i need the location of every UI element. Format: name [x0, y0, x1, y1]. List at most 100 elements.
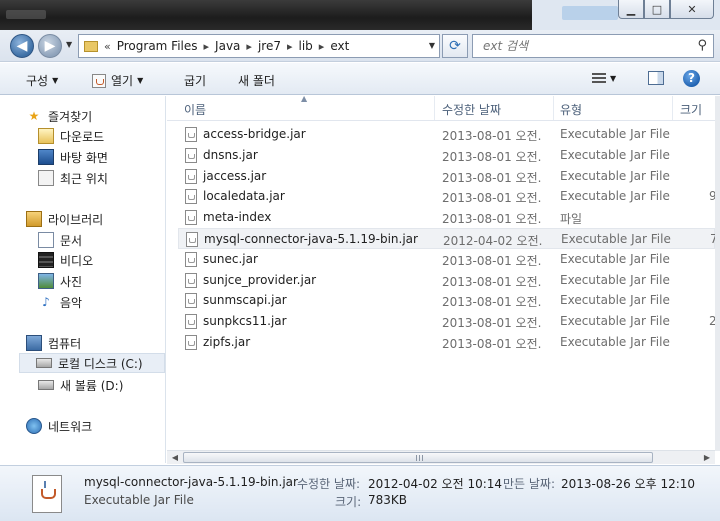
horizontal-scrollbar[interactable]: ◀ ▶ — [167, 450, 715, 464]
column-divider[interactable] — [672, 96, 673, 120]
java-jar-file-icon — [186, 232, 198, 247]
breadcrumb-program-files[interactable]: Program Files — [117, 39, 198, 53]
preview-pane-button[interactable] — [648, 71, 664, 85]
address-dropdown-icon[interactable]: ▼ — [429, 41, 435, 50]
sidebar-item-computer[interactable]: 컴퓨터 — [26, 333, 81, 353]
libraries-icon — [26, 211, 42, 227]
breadcrumb-separator[interactable]: ▸ — [204, 40, 210, 53]
sidebar-item-local-disk-c[interactable]: 로컬 디스크 (C:) — [19, 353, 165, 373]
file-row[interactable]: zipfs.jar 2013-08-01 오전... Executable Jar … — [178, 332, 715, 353]
file-row[interactable]: sunpkcs11.jar 2013-08-01 오전... Executable … — [178, 311, 715, 332]
help-button[interactable]: ? — [683, 70, 700, 87]
details-size-label: 크기: — [335, 495, 362, 509]
breadcrumb-java[interactable]: Java — [215, 39, 240, 53]
sidebar-item-desktop[interactable]: 바탕 화면 — [38, 147, 108, 167]
caption-buttons: ▁ □ ✕ — [618, 0, 714, 20]
back-button[interactable]: ◀ — [10, 34, 34, 58]
search-input[interactable] — [483, 35, 683, 57]
file-name: access-bridge.jar — [203, 127, 306, 141]
sidebar-item-network[interactable]: 네트워크 — [26, 416, 92, 436]
file-name: zipfs.jar — [203, 335, 251, 349]
desktop-icon — [38, 149, 54, 165]
sidebar-item-libraries[interactable]: 라이브러리 — [26, 209, 103, 229]
sidebar-item-videos[interactable]: 비디오 — [38, 250, 93, 270]
minimize-button[interactable]: ▁ — [618, 0, 644, 19]
java-jar-file-icon — [185, 335, 197, 350]
breadcrumb-separator[interactable]: ▸ — [319, 40, 325, 53]
sidebar-item-volume-d[interactable]: 새 볼륨 (D:) — [38, 375, 123, 395]
column-divider[interactable] — [434, 96, 435, 120]
java-jar-file-icon — [185, 251, 197, 267]
forward-button[interactable]: ▶ — [38, 34, 62, 58]
details-modified-label: 수정한 날짜: — [297, 477, 361, 491]
vertical-scrollbar[interactable] — [715, 96, 720, 451]
file-type: Executable Jar File — [560, 189, 670, 204]
sidebar-item-downloads[interactable]: 다운로드 — [38, 126, 104, 146]
scroll-right-icon[interactable]: ▶ — [700, 452, 714, 464]
documents-icon — [38, 232, 54, 248]
breadcrumb-separator[interactable]: ▸ — [246, 40, 252, 53]
sidebar-item-label: 바탕 화면 — [60, 150, 108, 165]
file-row[interactable]: mysql-connector-java-5.1.19-bin.jar 2012-… — [178, 228, 715, 249]
pictures-icon — [38, 273, 54, 289]
organize-button[interactable]: 구성 ▼ — [26, 72, 58, 89]
sidebar-item-music[interactable]: ♪ 음악 — [38, 292, 82, 312]
breadcrumb-overflow[interactable]: « — [104, 40, 111, 53]
details-created-label: 만든 날짜: — [503, 477, 556, 491]
column-header-name[interactable]: 이름 — [184, 101, 206, 118]
details-size-value: 783KB — [368, 493, 408, 507]
breadcrumb-jre7[interactable]: jre7 — [258, 39, 281, 53]
window-title — [6, 10, 46, 19]
forward-arrow-icon: ▶ — [44, 38, 56, 54]
change-view-button[interactable]: ▼ — [592, 72, 616, 86]
details-created-value: 2013-08-26 오후 12:10 — [561, 477, 696, 491]
file-name: localedata.jar — [203, 189, 285, 204]
refresh-button[interactable]: ⟳ — [442, 34, 468, 58]
breadcrumb-separator[interactable]: ▸ — [287, 40, 293, 53]
burn-button[interactable]: 굽기 — [184, 72, 206, 89]
organize-label: 구성 — [26, 74, 49, 88]
column-header-type[interactable]: 유형 — [560, 101, 582, 118]
maximize-button[interactable]: □ — [644, 0, 670, 19]
scrollbar-thumb[interactable] — [183, 452, 653, 463]
sidebar-item-recent-places[interactable]: 최근 위치 — [38, 168, 108, 188]
column-header-date[interactable]: 수정한 날짜 — [442, 101, 501, 118]
new-folder-button[interactable]: 새 폴더 — [238, 72, 275, 89]
close-button[interactable]: ✕ — [670, 0, 714, 19]
breadcrumb-lib[interactable]: lib — [299, 39, 313, 53]
file-name: sunpkcs11.jar — [203, 314, 287, 329]
file-row[interactable]: sunjce_provider.jar 2013-08-01 오전... Execu… — [178, 270, 715, 291]
file-row[interactable]: access-bridge.jar 2013-08-01 오전... Executa… — [178, 124, 715, 145]
file-row[interactable]: dnsns.jar 2013-08-01 오전... Executable Jar … — [178, 145, 715, 166]
file-row[interactable]: sunec.jar 2013-08-01 오전... Executable Jar … — [178, 249, 715, 270]
file-row[interactable]: sunmscapi.jar 2013-08-01 오전... Executable … — [178, 290, 715, 311]
sidebar-item-favorites[interactable]: ★ 즐겨찾기 — [26, 106, 93, 126]
scroll-left-icon[interactable]: ◀ — [168, 452, 182, 464]
search-box[interactable]: ⚲ — [472, 34, 714, 58]
file-name: sunjce_provider.jar — [203, 272, 317, 287]
file-date: 2013-08-01 오전... — [442, 129, 542, 143]
sidebar-item-pictures[interactable]: 사진 — [38, 271, 82, 291]
column-headers: ▲ 이름 수정한 날짜 유형 크기 — [167, 96, 715, 121]
sidebar-item-label: 비디오 — [60, 253, 94, 268]
sidebar-item-documents[interactable]: 문서 — [38, 230, 82, 250]
file-date: 2013-08-01 오전... — [442, 295, 542, 310]
breadcrumb-ext[interactable]: ext — [330, 39, 349, 53]
recent-pages-dropdown[interactable]: ▼ — [66, 40, 72, 49]
file-name: sunmscapi.jar — [203, 293, 287, 308]
magnifier-icon[interactable]: ⚲ — [697, 38, 707, 53]
file-row[interactable]: meta-index 2013-08-01 오전... 파일 — [178, 207, 715, 228]
java-jar-file-icon — [185, 293, 197, 309]
videos-icon — [38, 252, 54, 268]
open-button[interactable]: 열기 ▼ — [92, 72, 143, 89]
hard-drive-icon — [36, 358, 52, 368]
file-row[interactable]: localedata.jar 2013-08-01 오전... Executable… — [178, 186, 715, 207]
file-name: sunec.jar — [203, 251, 258, 266]
file-row[interactable]: jaccess.jar 2013-08-01 오전... Executable Ja… — [178, 166, 715, 187]
star-icon: ★ — [28, 109, 40, 123]
column-divider[interactable] — [553, 96, 554, 120]
column-header-size[interactable]: 크기 — [680, 101, 702, 118]
address-bar[interactable]: « Program Files ▸ Java ▸ jre7 ▸ lib ▸ ex… — [78, 34, 440, 58]
file-name: meta-index — [203, 210, 272, 225]
sidebar-item-label: 다운로드 — [60, 129, 105, 144]
